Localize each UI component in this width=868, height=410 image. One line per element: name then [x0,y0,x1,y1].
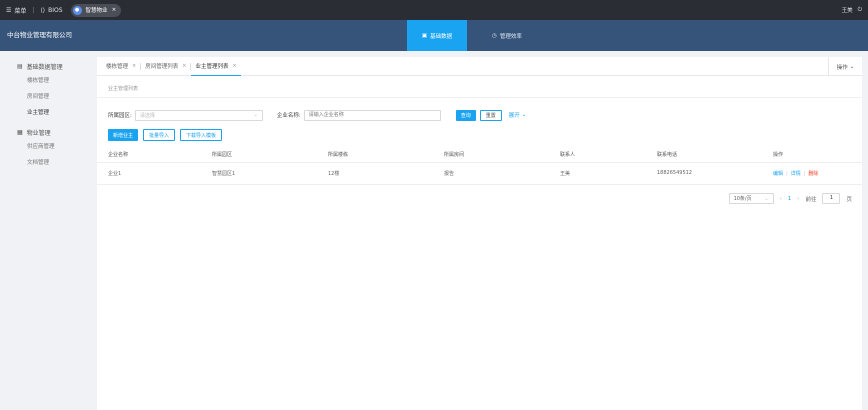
sidebar-item-room[interactable]: 房间管理 [0,89,91,105]
menu-label: 菜单 [14,7,27,15]
company-name: 中台物业管理有限公司 [7,31,72,39]
table-header-row: 企业名称 所属园区 所属楼栋 所属房间 联系人 联系电话 操作 [97,147,862,163]
reset-button[interactable]: 重置 [479,109,502,121]
tab-label: 房间管理列表 [145,64,179,70]
nav-label: 管理效率 [499,33,522,40]
system-topbar: ☰ 菜单 | ⟨⟩ BIOS ● 智慧物业 × 王美 ⏻ [0,0,868,20]
sidebar-group-property[interactable]: ▦ 物业管理 [0,125,91,139]
batch-import-button[interactable]: 批量导入 [143,129,176,141]
menu-button[interactable]: ☰ 菜单 [6,6,26,15]
pagination: 10条/页 ⌄ ‹ 1 › 前往 1 页 [728,193,852,204]
chevron-down-icon: ⌄ [521,112,527,118]
nav-label: 基础数据 [430,33,453,40]
op-divider: | [803,170,806,177]
grid-icon: ▤ [17,62,23,70]
app-logo-icon: ● [72,5,82,15]
sidebar-group-label: 物业管理 [26,129,51,137]
table-row: 企业1 智慧园区1 12楼 报告 王美 18826549512 编辑 | 详情 | 删除 [97,162,862,185]
nav-basic-data[interactable]: ▣ 基础数据 [407,20,467,51]
cell-building: 12楼 [317,162,433,185]
download-template-button[interactable]: 下载导入模板 [180,129,223,141]
sidebar-group-label: 基础数据管理 [26,63,63,71]
ops-label: 操作 [836,64,848,71]
add-owner-button[interactable]: 新增业主 [108,129,139,141]
edit-link[interactable]: 编辑 [773,171,783,177]
park-placeholder: 请选择 [139,112,155,119]
document-icon: ▦ [17,128,23,136]
close-icon[interactable]: × [132,63,136,69]
close-icon[interactable]: × [112,7,117,13]
column-header: 联系电话 [646,147,762,163]
cell-park: 智慧园区1 [201,162,317,185]
column-header: 联系人 [549,147,646,163]
park-select[interactable]: 请选择 ⌄ [134,109,263,121]
chevron-down-icon: ⌄ [253,112,258,118]
detail-link[interactable]: 详情 [791,171,801,177]
chevron-down-icon: ⌄ [764,195,769,202]
goto-label: 前往 [805,196,817,203]
app-tab-smart-property[interactable]: ● 智慧物业 × [70,3,122,17]
page-unit: 页 [846,196,852,203]
sidebar-item-documents[interactable]: 文档管理 [0,155,91,171]
sidebar-group-basic-data[interactable]: ▤ 基础数据管理 [0,59,91,73]
action-bar: 新增业主 批量导入 下载导入模板 [108,129,223,141]
hamburger-icon: ☰ [6,6,12,14]
tab-building[interactable]: 楼栋管理 × [102,57,140,76]
cell-contact: 王美 [549,162,646,185]
tab-operations-dropdown[interactable]: 操作 ⌄ [828,57,862,76]
tab-owner-list[interactable]: 业主管理列表 × [191,57,241,76]
company-label: 企业名称: [276,113,301,119]
sidebar-item-supplier[interactable]: 供应商管理 [0,139,91,155]
next-page-icon[interactable]: › [797,196,799,202]
page-tabs: 楼栋管理 × 房间管理列表 × 业主管理列表 × 操作 ⌄ [97,57,862,76]
power-icon[interactable]: ⏻ [858,7,862,14]
company-search-input[interactable] [303,109,441,121]
page-size-select[interactable]: 10条/页 ⌄ [728,193,774,204]
expand-label: 展开 [508,113,520,119]
bios-logo-icon: ⟨⟩ [40,6,46,14]
chevron-down-icon: ⌄ [849,63,855,70]
clock-icon: ◷ [492,32,497,39]
main-panel: 楼栋管理 × 房间管理列表 × 业主管理列表 × 操作 ⌄ 业主管理列表 所属园… [97,57,862,410]
sidebar-item-building[interactable]: 楼栋管理 [0,73,91,89]
tab-label: 业主管理列表 [195,63,229,70]
topbar-divider: | [32,6,35,14]
bios-label: BIOS [48,6,63,14]
bios-button[interactable]: ⟨⟩ BIOS [40,7,62,14]
sidebar: ▤ 基础数据管理 楼栋管理 房间管理 业主管理 ▦ 物业管理 供应商管理 文档管… [0,51,91,410]
cell-operations: 编辑 | 详情 | 删除 [762,162,862,185]
prev-page-icon[interactable]: ‹ [780,196,782,202]
column-header: 操作 [762,147,862,163]
page-size-value: 10条/页 [733,196,752,202]
tab-room-list[interactable]: 房间管理列表 × [141,57,190,76]
user-menu[interactable]: 王美 ⏻ [841,6,862,15]
park-label: 所属园区: [108,113,132,119]
section-divider [97,97,862,98]
column-header: 企业名称 [97,147,201,163]
nav-efficiency[interactable]: ◷ 管理效率 [492,20,522,51]
expand-filters-link[interactable]: 展开 ⌄ [509,111,527,119]
column-header: 所属楼栋 [317,147,433,163]
current-page[interactable]: 1 [788,196,792,202]
delete-link[interactable]: 删除 [808,171,818,177]
cell-company: 企业1 [97,162,201,185]
cell-room: 报告 [433,162,549,185]
app-header: 中台物业管理有限公司 ▣ 基础数据 ◷ 管理效率 [0,20,868,51]
filter-bar: 所属园区: 请选择 ⌄ 企业名称: 查询 重置 展开 ⌄ [108,109,526,121]
sidebar-item-owner[interactable]: 业主管理 [0,105,91,121]
cell-phone: 18826549512 [646,162,762,185]
owner-table: 企业名称 所属园区 所属楼栋 所属房间 联系人 联系电话 操作 企业1 智慧园区… [97,147,862,185]
close-icon[interactable]: × [232,63,236,69]
op-divider: | [786,170,788,177]
query-button[interactable]: 查询 [455,109,476,121]
close-icon[interactable]: × [182,63,186,69]
breadcrumb: 业主管理列表 [108,86,139,92]
column-header: 所属园区 [201,147,317,163]
column-header: 所属房间 [433,147,549,163]
user-name: 王美 [841,8,853,14]
goto-page-input[interactable]: 1 [822,193,841,204]
tab-label: 楼栋管理 [106,64,129,70]
app-tab-label: 智慧物业 [85,8,108,14]
data-icon: ▣ [421,32,428,39]
